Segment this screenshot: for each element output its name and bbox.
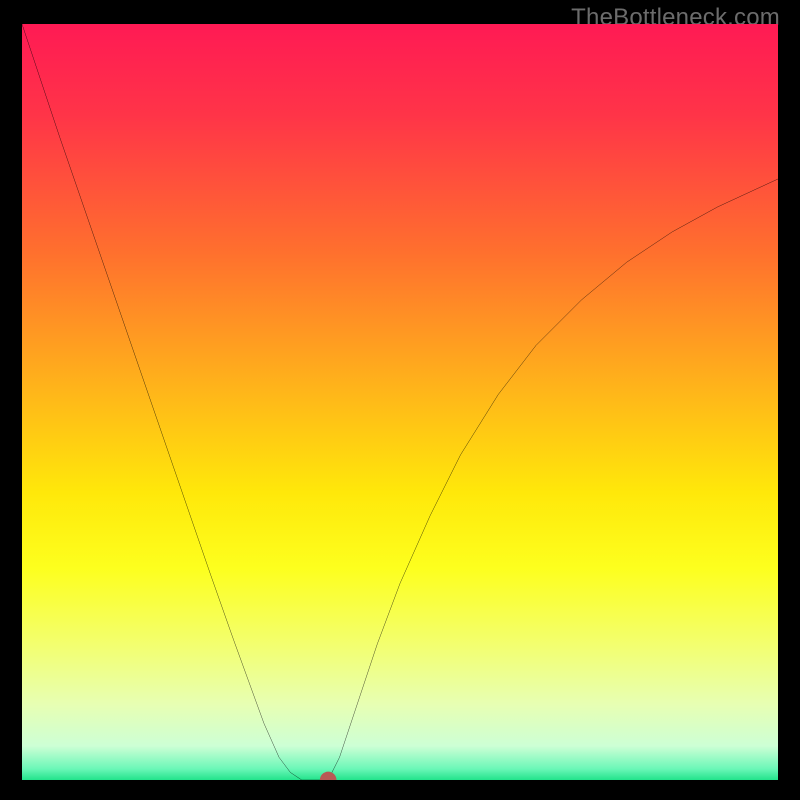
chart-gradient-background — [22, 24, 778, 780]
chart-plot-area — [22, 24, 778, 780]
chart-outer-frame: TheBottleneck.com — [0, 0, 800, 800]
chart-svg — [22, 24, 778, 780]
